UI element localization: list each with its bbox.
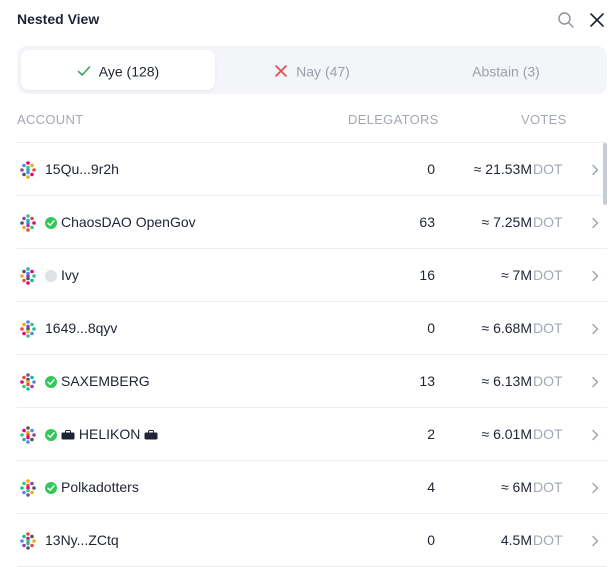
voter-row[interactable]: HELIKON 2 ≈ 6.01M DOT [17, 408, 607, 460]
chevron-right-icon[interactable] [589, 269, 601, 283]
x-icon [275, 65, 287, 78]
delegators-count: 0 [427, 320, 435, 336]
identicon-avatar [20, 214, 36, 232]
column-header-account: ACCOUNT [17, 112, 84, 127]
briefcase-icon [61, 430, 75, 440]
search-icon[interactable] [557, 11, 575, 29]
column-header-delegators: DELEGATORS [348, 112, 439, 127]
modal-header: Nested View [0, 0, 612, 40]
voter-row[interactable]: 15Qu...9r2h 0 ≈ 21.53M DOT [17, 143, 607, 195]
votes-amount: ≈ 6.01M [481, 426, 532, 442]
account-name[interactable]: Ivy [61, 267, 79, 283]
tab-aye-label: Aye (128) [98, 63, 160, 80]
account-name[interactable]: HELIKON [61, 426, 158, 442]
votes-unit: DOT [533, 267, 563, 283]
chevron-right-icon[interactable] [589, 322, 601, 336]
votes-amount: ≈ 6.68M [481, 320, 532, 336]
voter-row[interactable]: 1649...8qyv 0 ≈ 6.68M DOT [17, 302, 607, 354]
tab-nay-label: Nay (47) [296, 63, 350, 80]
voter-row[interactable]: SAXEMBERG 13 ≈ 6.13M DOT [17, 355, 607, 407]
votes-unit: DOT [533, 532, 563, 548]
identicon-avatar [20, 532, 36, 550]
delegators-count: 63 [419, 214, 435, 230]
modal-title: Nested View [17, 11, 100, 27]
votes-amount: ≈ 21.53M [473, 161, 532, 177]
chevron-right-icon[interactable] [589, 163, 601, 177]
chevron-right-icon[interactable] [589, 375, 601, 389]
voter-row[interactable]: 13Ny...ZCtq 0 4.5M DOT [17, 514, 607, 566]
identicon-avatar [20, 161, 36, 179]
tab-nay[interactable]: Nay (47) [215, 50, 409, 90]
tab-abstain-label: Abstain (3) [472, 63, 540, 80]
votes-unit: DOT [533, 373, 563, 389]
account-name[interactable]: 1649...8qyv [45, 320, 117, 336]
vote-tabs: Aye (128) Nay (47) Abstain (3) [17, 46, 607, 94]
votes-unit: DOT [533, 214, 563, 230]
verified-icon [45, 482, 57, 494]
account-name[interactable]: SAXEMBERG [61, 373, 150, 389]
close-icon[interactable] [588, 11, 606, 29]
identicon-avatar [20, 373, 36, 391]
chevron-right-icon[interactable] [589, 534, 601, 548]
delegators-count: 0 [427, 161, 435, 177]
voter-row[interactable]: Ivy 16 ≈ 7M DOT [17, 249, 607, 301]
delegators-count: 13 [419, 373, 435, 389]
delegators-count: 2 [427, 426, 435, 442]
chevron-right-icon[interactable] [589, 481, 601, 495]
chevron-right-icon[interactable] [589, 428, 601, 442]
briefcase-icon [144, 430, 158, 440]
votes-unit: DOT [533, 426, 563, 442]
verified-icon [45, 376, 57, 388]
identicon-avatar [20, 267, 36, 285]
delegators-count: 4 [427, 479, 435, 495]
votes-unit: DOT [533, 161, 563, 177]
verified-icon [45, 217, 57, 229]
voter-row[interactable]: ChaosDAO OpenGov 63 ≈ 7.25M DOT [17, 196, 607, 248]
identicon-avatar [20, 479, 36, 497]
votes-unit: DOT [533, 320, 563, 336]
delegators-count: 16 [419, 267, 435, 283]
account-name[interactable]: 15Qu...9r2h [45, 161, 119, 177]
tab-aye[interactable]: Aye (128) [21, 50, 215, 90]
chevron-right-icon[interactable] [589, 216, 601, 230]
votes-amount: ≈ 7.25M [481, 214, 532, 230]
check-icon [77, 66, 91, 77]
account-name-text: HELIKON [78, 426, 141, 442]
account-name[interactable]: 13Ny...ZCtq [45, 532, 119, 548]
identicon-avatar [20, 426, 36, 444]
votes-amount: ≈ 7M [500, 267, 532, 283]
votes-amount: ≈ 6M [500, 479, 532, 495]
verified-icon [45, 429, 57, 441]
account-name[interactable]: ChaosDAO OpenGov [61, 214, 196, 230]
account-name[interactable]: Polkadotters [61, 479, 139, 495]
voter-row[interactable]: Polkadotters 4 ≈ 6M DOT [17, 461, 607, 513]
scrollbar-thumb[interactable] [603, 143, 607, 205]
column-header-votes: VOTES [521, 112, 567, 127]
votes-unit: DOT [533, 479, 563, 495]
identity-pending-icon [45, 270, 57, 282]
tab-abstain[interactable]: Abstain (3) [409, 50, 603, 90]
votes-amount: 4.5M [500, 532, 532, 548]
identicon-avatar [20, 320, 36, 338]
delegators-count: 0 [427, 532, 435, 548]
votes-amount: ≈ 6.13M [481, 373, 532, 389]
